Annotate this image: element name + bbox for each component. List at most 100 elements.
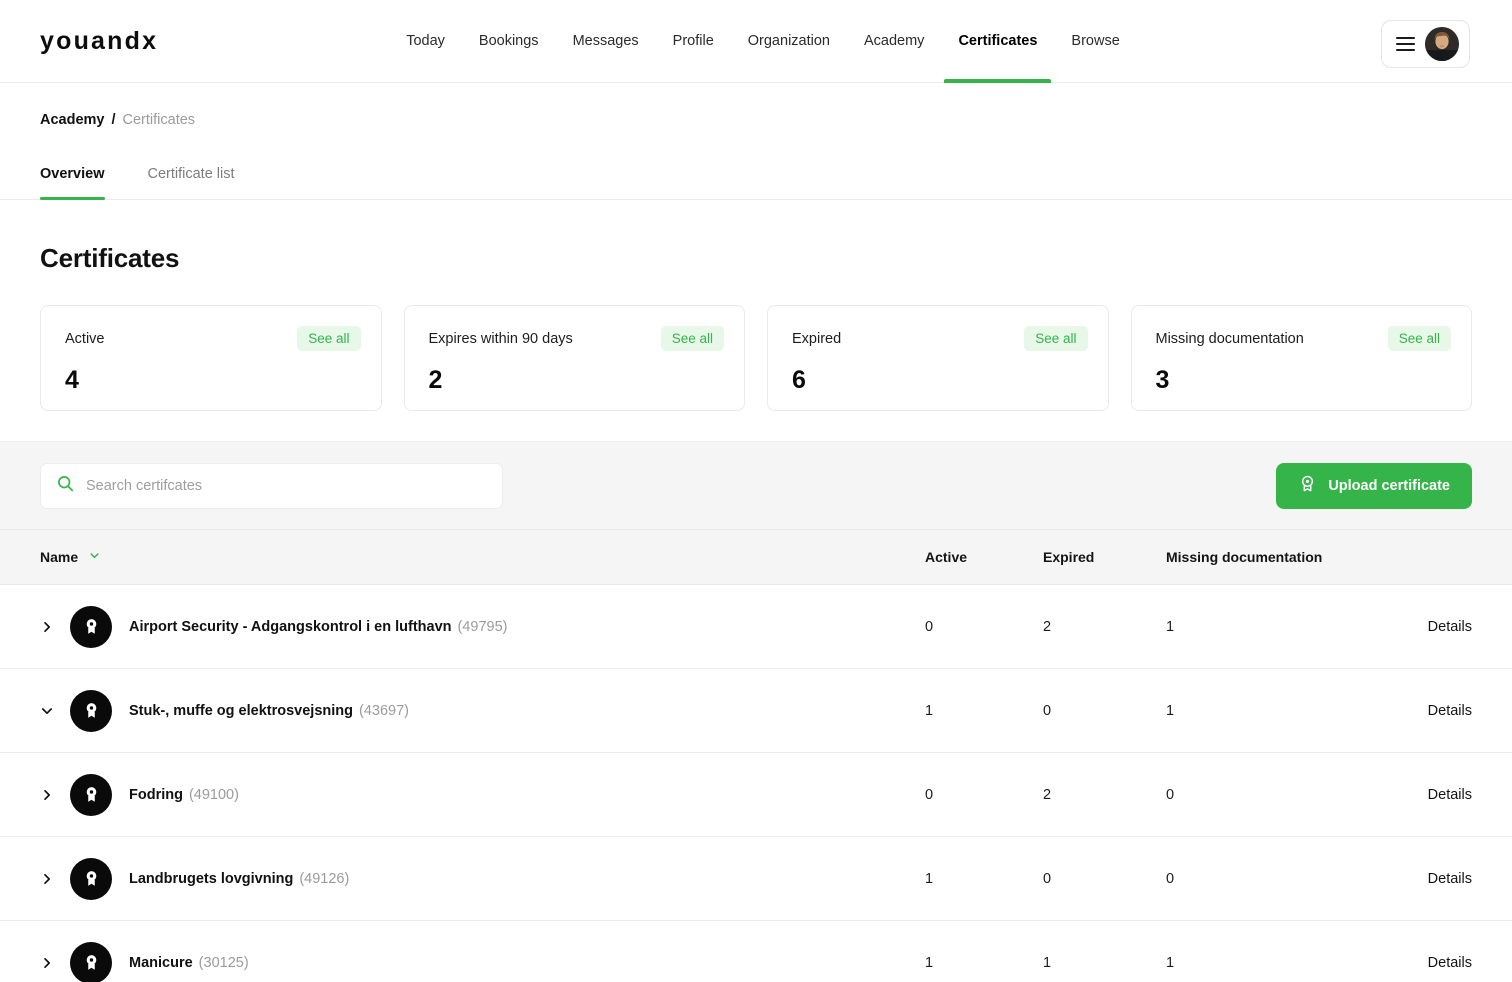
search-input[interactable] [86, 477, 486, 494]
row-expired-count: 2 [1043, 618, 1052, 635]
section-tabs: Overview Certificate list [0, 166, 1512, 200]
column-header-expired: Expired [1043, 549, 1095, 565]
nav-item-messages[interactable]: Messages [556, 0, 656, 83]
table-row[interactable]: Manicure (30125) 1 1 1 Details [0, 921, 1512, 982]
row-name-cell: Airport Security - Adgangskontrol i en l… [0, 605, 925, 648]
row-expired-count: 0 [1043, 702, 1052, 719]
row-expired-count: 1 [1043, 954, 1052, 971]
stat-card-expired: Expired See all 6 [767, 305, 1109, 411]
row-missing-count: 0 [1166, 870, 1175, 887]
tab-certificate-list[interactable]: Certificate list [148, 166, 235, 199]
table-row[interactable]: Landbrugets lovgivning (49126) 1 0 0 Det… [0, 837, 1512, 921]
certificate-badge-icon [70, 605, 112, 648]
column-header-missing-documentation: Missing documentation [1166, 549, 1323, 565]
nav-item-organization[interactable]: Organization [731, 0, 847, 83]
chevron-down-icon [88, 549, 101, 565]
certificates-table-body: Airport Security - Adgangskontrol i en l… [0, 585, 1512, 982]
breadcrumb-current: Certificates [122, 112, 196, 128]
row-title: Manicure [129, 954, 193, 971]
row-details-link[interactable]: Details [1428, 955, 1472, 971]
hamburger-icon [1396, 37, 1415, 51]
row-code: (49795) [457, 618, 508, 635]
table-toolbar: Upload certificate [0, 441, 1512, 529]
stat-cards: Active See all 4 Expires within 90 days … [40, 305, 1472, 411]
breadcrumb: Academy / Certificates [40, 112, 1512, 128]
column-header-name[interactable]: Name [0, 549, 925, 565]
row-missing-count: 1 [1166, 954, 1175, 971]
certificate-badge-icon [70, 857, 112, 900]
table-header-row: Name Active Expired Missing documentatio… [0, 529, 1512, 585]
row-expired-count: 2 [1043, 786, 1052, 803]
stat-card-missing-documentation: Missing documentation See all 3 [1130, 305, 1472, 411]
breadcrumb-separator: / [111, 112, 116, 128]
chevron-right-icon[interactable] [40, 872, 70, 886]
breadcrumb-parent[interactable]: Academy [40, 112, 104, 128]
row-active-count: 0 [925, 786, 934, 803]
nav-item-certificates[interactable]: Certificates [941, 0, 1054, 83]
main-navigation: Today Bookings Messages Profile Organiza… [389, 0, 1137, 83]
certificate-badge-icon [1298, 474, 1317, 497]
row-code: (43697) [359, 702, 409, 719]
see-all-button[interactable]: See all [660, 326, 724, 351]
search-icon [57, 475, 74, 497]
row-missing-count: 0 [1166, 786, 1175, 803]
row-name-cell: Manicure (30125) [0, 941, 925, 982]
certificate-badge-icon [70, 941, 112, 982]
column-header-name-label: Name [40, 549, 79, 565]
stat-value: 3 [1155, 366, 1170, 394]
row-missing-count: 1 [1166, 702, 1175, 719]
see-all-button[interactable]: See all [1024, 326, 1088, 351]
table-row[interactable]: Stuk-, muffe og elektrosvejsning (43697)… [0, 669, 1512, 753]
nav-item-bookings[interactable]: Bookings [462, 0, 556, 83]
top-header: youandx Today Bookings Messages Profile … [0, 0, 1512, 83]
stat-card-header: Expired See all [792, 326, 1088, 351]
stat-card-active: Active See all 4 [40, 305, 382, 411]
nav-item-academy[interactable]: Academy [847, 0, 941, 83]
row-name-cell: Fodring (49100) [0, 773, 925, 816]
stat-value: 2 [428, 366, 443, 394]
row-missing-count: 1 [1166, 618, 1175, 635]
avatar [1425, 27, 1459, 61]
row-details-link[interactable]: Details [1428, 619, 1472, 635]
row-code: (49126) [299, 870, 350, 887]
row-details-link[interactable]: Details [1428, 871, 1472, 887]
upload-certificate-button[interactable]: Upload certificate [1276, 462, 1472, 509]
row-details-link[interactable]: Details [1428, 787, 1472, 803]
stat-value: 4 [65, 366, 79, 394]
tab-overview[interactable]: Overview [40, 166, 105, 200]
stat-card-header: Active See all [65, 326, 361, 351]
nav-item-today[interactable]: Today [389, 0, 462, 83]
chevron-right-icon[interactable] [40, 620, 70, 634]
brand-logo[interactable]: youandx [40, 27, 158, 56]
account-menu-button[interactable] [1381, 20, 1470, 68]
row-active-count: 1 [925, 954, 934, 971]
upload-certificate-label: Upload certificate [1328, 477, 1450, 494]
row-details-link[interactable]: Details [1428, 703, 1472, 719]
row-code: (30125) [198, 954, 249, 971]
row-name-cell: Landbrugets lovgivning (49126) [0, 857, 925, 900]
nav-item-profile[interactable]: Profile [656, 0, 731, 83]
see-all-button[interactable]: See all [1387, 326, 1451, 351]
see-all-button[interactable]: See all [297, 326, 361, 351]
row-title: Fodring [129, 786, 183, 803]
row-active-count: 1 [925, 870, 934, 887]
search-box[interactable] [40, 462, 503, 509]
stat-label: Active [65, 330, 105, 347]
table-row[interactable]: Airport Security - Adgangskontrol i en l… [0, 585, 1512, 669]
row-title: Stuk-, muffe og elektrosvejsning [129, 702, 353, 719]
stat-value: 6 [792, 366, 806, 394]
row-code: (49100) [188, 786, 239, 803]
nav-item-browse[interactable]: Browse [1054, 0, 1136, 83]
stat-label: Expired [792, 330, 842, 347]
stat-card-header: Missing documentation See all [1155, 326, 1451, 351]
stat-label: Missing documentation [1155, 330, 1304, 347]
row-title: Airport Security - Adgangskontrol i en l… [129, 618, 452, 635]
page-title: Certificates [40, 243, 180, 273]
chevron-right-icon[interactable] [40, 788, 70, 802]
table-row[interactable]: Fodring (49100) 0 2 0 Details [0, 753, 1512, 837]
chevron-right-icon[interactable] [40, 956, 70, 970]
stat-label: Expires within 90 days [428, 330, 573, 347]
stat-card-expires-within-90-days: Expires within 90 days See all 2 [403, 305, 745, 411]
row-active-count: 1 [925, 702, 934, 719]
chevron-down-icon[interactable] [40, 704, 70, 718]
